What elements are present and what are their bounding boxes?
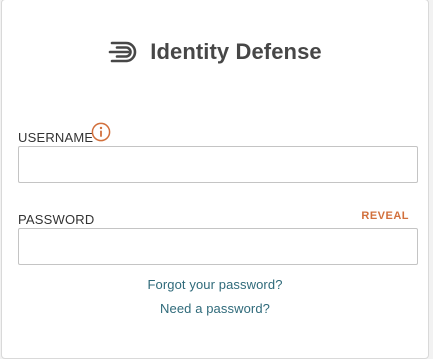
username-input[interactable]: [18, 146, 418, 183]
password-label: PASSWORD: [18, 212, 95, 227]
identity-defense-logo-icon: [108, 41, 137, 63]
reveal-password-button[interactable]: REVEAL: [361, 210, 409, 222]
info-circle-icon[interactable]: [91, 122, 111, 142]
need-password-link-row: Need a password?: [2, 301, 428, 316]
need-password-link[interactable]: Need a password?: [160, 301, 270, 316]
brand-header: Identity Defense: [2, 36, 428, 68]
password-input[interactable]: [18, 228, 418, 265]
login-card: Identity Defense USERNAME PASSWORD REVEA…: [1, 0, 429, 359]
brand-name: Identity Defense: [150, 39, 322, 64]
forgot-password-link-row: Forgot your password?: [2, 277, 428, 292]
username-label: USERNAME: [18, 130, 94, 145]
forgot-password-link[interactable]: Forgot your password?: [147, 277, 282, 292]
